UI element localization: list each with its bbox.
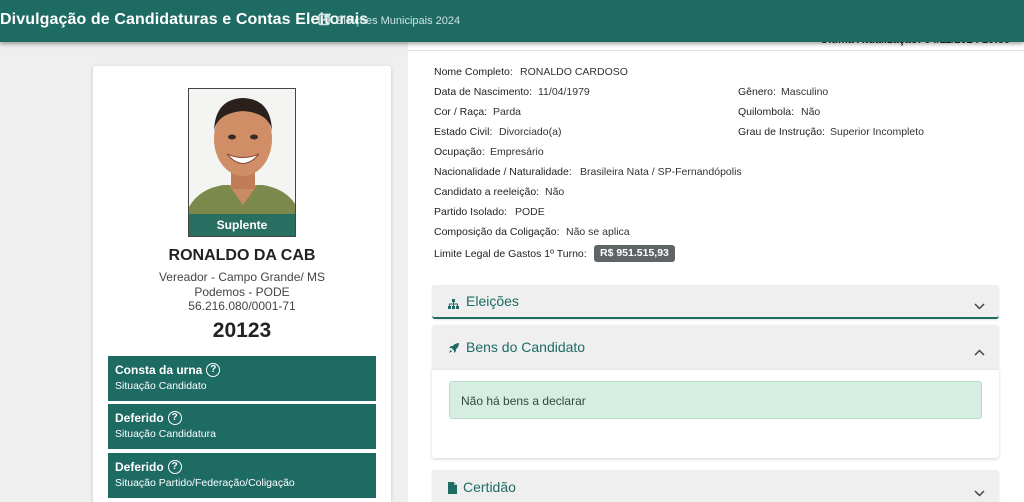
reelection-value: Não (545, 186, 565, 198)
candidate-cnpj: 56.216.080/0001-71 (188, 299, 296, 313)
status-box-candidacy: Deferido? Situação Candidatura (108, 404, 376, 449)
candidate-party: Podemos - PODE (194, 285, 290, 299)
party-isolated-label: Partido Isolado: (434, 206, 507, 218)
spending-limit-label: Limite Legal de Gastos 1º Turno: (434, 248, 587, 260)
status-subtitle: Situação Candidato (115, 380, 207, 392)
nationality-value: Brasileira Nata / SP-Fernandópolis (580, 166, 742, 178)
gender-label: Gênero: (738, 86, 776, 98)
file-icon (448, 481, 457, 499)
education-label: Grau de Instrução: (738, 126, 825, 138)
marital-status-label: Estado Civil: (434, 126, 493, 138)
help-icon[interactable]: ? (167, 411, 182, 425)
nationality-label: Nacionalidade / Naturalidade: (434, 166, 572, 178)
candidate-photo: Suplente (188, 88, 296, 237)
rocket-icon (448, 341, 460, 359)
help-icon[interactable]: ? (167, 460, 182, 474)
sitemap-icon (448, 296, 459, 314)
status-subtitle: Situação Partido/Federação/Coligação (115, 477, 295, 489)
election-label[interactable]: Eleições Municipais 2024 (336, 15, 460, 27)
birth-date-value: 11/04/1979 (538, 86, 590, 98)
candidate-card: Suplente RONALDO DA CAB Vereador - Campo… (93, 66, 391, 502)
photo-badge: Suplente (189, 214, 295, 236)
help-icon[interactable]: ? (206, 363, 221, 377)
gender-value: Masculino (781, 86, 829, 98)
candidate-number: 20123 (212, 319, 272, 342)
education-value: Superior Incompleto (830, 126, 924, 138)
coalition-label: Composição da Coligação: (434, 226, 560, 238)
elections-section-header[interactable]: Eleições (432, 285, 999, 319)
status-box-party: Deferido? Situação Partido/Federação/Col… (108, 453, 376, 498)
race-value: Parda (493, 106, 522, 118)
coalition-value: Não se aplica (566, 226, 630, 238)
chevron-down-icon[interactable] (974, 484, 985, 502)
chevron-down-icon[interactable] (974, 297, 985, 315)
chevron-up-icon[interactable] (974, 343, 985, 361)
spending-limit-badge: R$ 951.515,93 (594, 245, 675, 262)
marital-status-value: Divorciado(a) (499, 126, 562, 138)
birth-date-label: Data de Nascimento: (434, 86, 533, 98)
divider (408, 50, 1024, 51)
quilombola-value: Não (801, 106, 821, 118)
app-title: Divulgação de Candidaturas e Contas Elei… (0, 11, 369, 28)
certificate-section-title: Certidão (463, 479, 516, 495)
status-box-candidate: Consta da urna? Situação Candidato (108, 356, 376, 401)
top-bar: Divulgação de Candidaturas e Contas Elei… (0, 0, 1024, 42)
party-isolated-value: PODE (515, 206, 545, 218)
elections-section-title: Eleições (466, 293, 519, 309)
quilombola-label: Quilombola: (738, 106, 795, 118)
status-title: Consta da urna (115, 363, 203, 377)
assets-section-header[interactable]: Bens do Candidato (432, 325, 999, 370)
edit-icon[interactable] (318, 12, 332, 31)
reelection-label: Candidato a reeleição: (434, 186, 540, 198)
occupation-value: Empresário (490, 146, 544, 158)
candidate-name: RONALDO DA CAB (168, 247, 316, 264)
assets-section-title: Bens do Candidato (466, 339, 586, 355)
no-assets-alert: Não há bens a declarar (449, 381, 982, 419)
full-name-value: RONALDO CARDOSO (520, 66, 628, 78)
full-name-label: Nome Completo: (434, 66, 513, 78)
assets-section-body: Não há bens a declarar (432, 370, 999, 458)
status-title: Deferido (115, 411, 164, 425)
occupation-label: Ocupação: (434, 146, 485, 158)
certificate-section-header[interactable]: Certidão (432, 470, 999, 502)
race-label: Cor / Raça: (434, 106, 488, 118)
status-title: Deferido (115, 460, 164, 474)
candidate-office: Vereador - Campo Grande/ MS (158, 270, 326, 284)
status-subtitle: Situação Candidatura (115, 428, 216, 440)
